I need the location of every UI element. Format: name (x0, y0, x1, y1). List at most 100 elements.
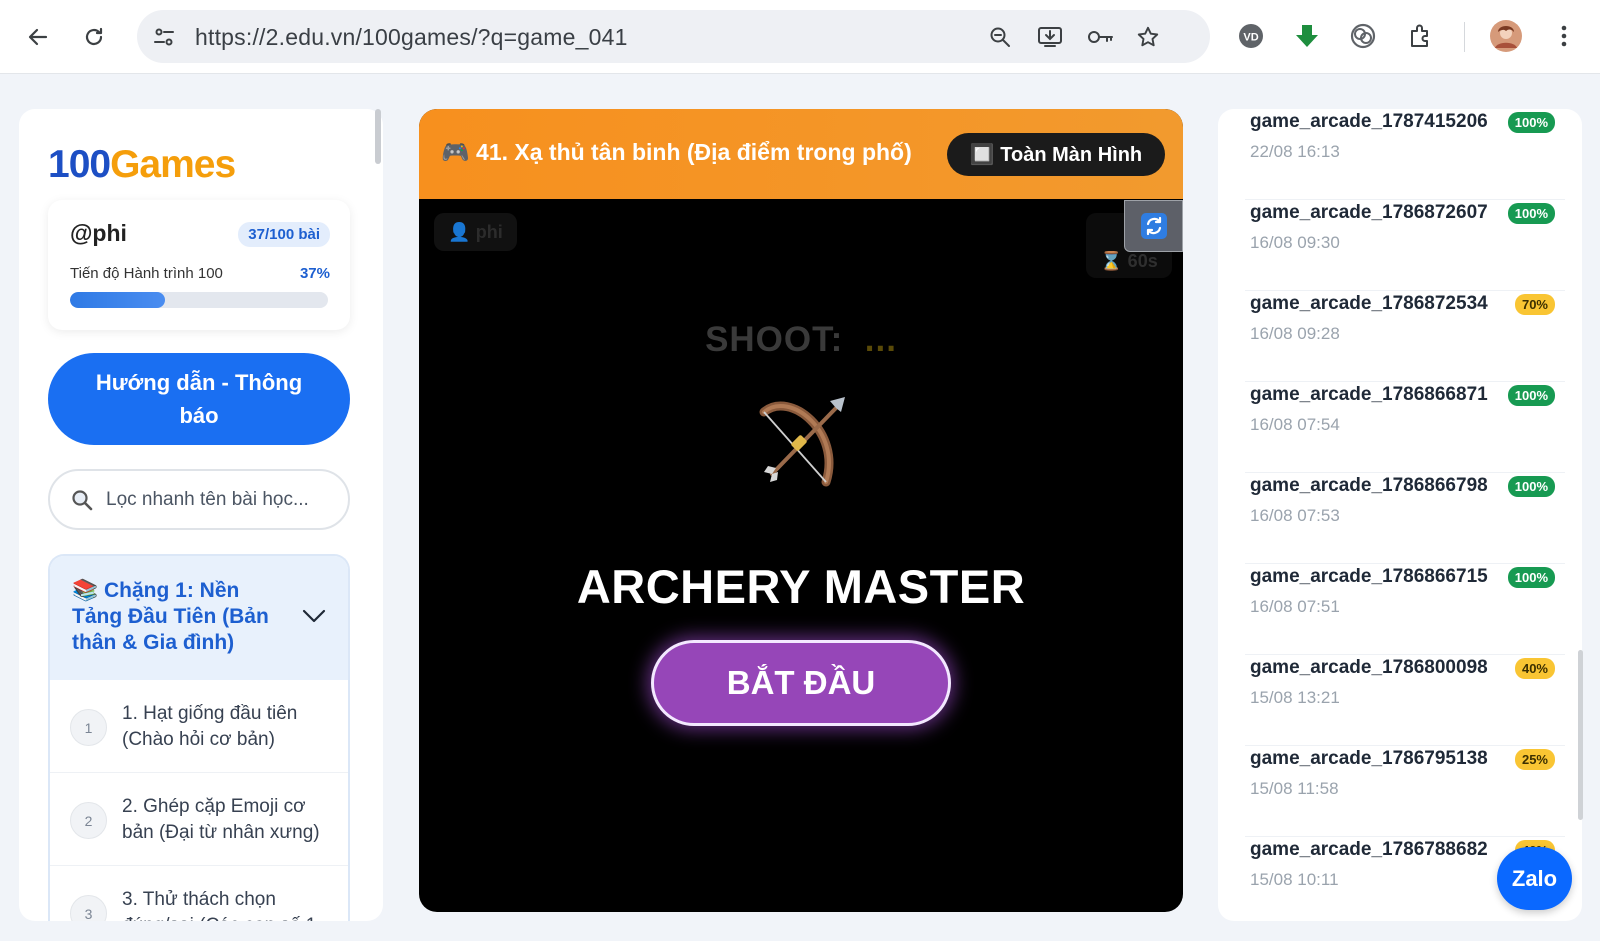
score-badge: 100% (1507, 203, 1555, 224)
lesson-number: 3 (70, 895, 107, 921)
refresh-icon (1140, 213, 1167, 239)
back-button[interactable] (20, 19, 56, 55)
history-date: 16/08 07:53 (1250, 506, 1340, 525)
lesson-item-3[interactable]: 3 3. Thử thách chọn đúng/sai (Các con số… (50, 866, 348, 921)
progress-label: Tiến độ Hành trình 100 (70, 265, 223, 282)
svg-text:VD: VD (1243, 32, 1258, 44)
avatar-icon (1490, 20, 1522, 52)
history-date: 15/08 13:21 (1250, 688, 1340, 707)
puzzle-extensions-icon[interactable] (1404, 19, 1438, 53)
aperture-extension-icon[interactable] (1346, 19, 1380, 53)
score-badge: 100% (1507, 567, 1555, 588)
lessons-count-badge: 37/100 bài (238, 222, 330, 247)
lesson-number: 2 (70, 802, 107, 839)
lesson-title: 3. Thử thách chọn đúng/sai (Các con số 1… (122, 889, 323, 921)
history-date: 16/08 07:54 (1250, 415, 1340, 434)
reload-icon (85, 27, 103, 46)
shoot-target: ... (864, 320, 897, 359)
score-badge: 40% (1514, 658, 1555, 679)
progress-bar (70, 292, 328, 308)
lesson-search[interactable] (48, 469, 350, 530)
bow-and-arrow-icon (759, 397, 845, 487)
fullscreen-button[interactable]: 🔲 Toàn Màn Hình (947, 133, 1165, 176)
history-date: 15/08 10:11 (1250, 870, 1339, 889)
toolbar-divider (1464, 22, 1465, 52)
url-text[interactable]: https://2.edu.vn/100games/?q=game_041 (195, 24, 628, 51)
site-settings-icon[interactable] (149, 22, 179, 52)
history-game-name: game_arcade_1786795138 (1250, 748, 1488, 769)
install-app-icon[interactable] (1035, 22, 1065, 52)
progress-percent: 37% (299, 265, 330, 282)
lesson-number: 1 (70, 709, 107, 746)
shoot-label: SHOOT: (705, 320, 844, 359)
logo-word: Games (110, 143, 236, 186)
lesson-item-1[interactable]: 1 1. Hạt giống đầu tiên (Chào hỏi cơ bản… (50, 680, 348, 773)
reset-game-button[interactable] (1124, 200, 1183, 252)
back-arrow-icon (28, 28, 48, 46)
browser-menu-button[interactable] (1547, 19, 1581, 53)
score-badge: 100% (1507, 385, 1555, 406)
history-row[interactable]: game_arcade_1786866871 16/08 07:54 100% (1245, 382, 1565, 473)
sidebar-scrollbar[interactable] (375, 109, 381, 164)
lesson-title: 2. Ghép cặp Emoji cơ bản (Đại từ nhân xư… (122, 796, 320, 843)
start-game-button[interactable]: BẮT ĐẦU (651, 640, 951, 726)
game-header: 🎮 41. Xạ thủ tân binh (Địa điểm trong ph… (419, 109, 1183, 199)
search-input[interactable] (106, 484, 336, 516)
history-game-name: game_arcade_1787415206 (1250, 111, 1488, 132)
guide-notice-button[interactable]: Hướng dẫn - Thông báo (48, 353, 350, 445)
history-date: 16/08 09:28 (1250, 324, 1340, 343)
history-game-name: game_arcade_1786872607 (1250, 202, 1488, 223)
history-game-name: game_arcade_1786872534 (1250, 293, 1488, 314)
game-panel: 🎮 41. Xạ thủ tân binh (Địa điểm trong ph… (419, 109, 1183, 912)
progress-bar-fill (70, 292, 166, 308)
history-panel: game_arcade_1787415206 22/08 16:13 100% gam… (1218, 109, 1582, 921)
password-key-icon[interactable] (1085, 22, 1115, 52)
stage-accordion: 📚 Chặng 1: Nền Tảng Đầu Tiên (Bản thân &… (48, 554, 350, 921)
shoot-prompt: SHOOT: ... (419, 320, 1183, 360)
bookmark-star-icon[interactable] (1133, 22, 1163, 52)
zalo-chat-button[interactable]: Zalo (1497, 847, 1572, 910)
search-icon (72, 490, 93, 511)
history-scrollbar[interactable] (1578, 650, 1583, 820)
address-bar[interactable]: https://2.edu.vn/100games/?q=game_041 (137, 10, 1210, 63)
history-row[interactable]: game_arcade_1786795138 15/08 11:58 25% (1245, 746, 1565, 837)
logo-number: 100 (48, 143, 111, 186)
history-date: 16/08 09:30 (1250, 233, 1340, 252)
history-game-name: game_arcade_1786788682 (1250, 839, 1488, 860)
history-game-name: game_arcade_1786866871 (1250, 384, 1488, 405)
history-date: 22/08 16:13 (1250, 142, 1340, 161)
history-row[interactable]: game_arcade_1786872607 16/08 09:30 100% (1245, 200, 1565, 291)
stage-title: 📚 Chặng 1: Nền Tảng Đầu Tiên (Bản thân &… (72, 579, 269, 654)
stage-header[interactable]: 📚 Chặng 1: Nền Tảng Đầu Tiên (Bản thân &… (50, 556, 348, 680)
profile-card: @phi 37/100 bài Tiến độ Hành trình 100 3… (48, 200, 350, 330)
score-badge: 100% (1507, 476, 1555, 497)
username: @phi (70, 220, 127, 246)
history-row[interactable]: game_arcade_1786872534 16/08 09:28 70% (1245, 291, 1565, 382)
site-logo[interactable]: 100Games (48, 143, 236, 187)
profile-avatar[interactable] (1489, 19, 1523, 53)
game-name: ARCHERY MASTER (576, 560, 1026, 613)
lesson-item-2[interactable]: 2 2. Ghép cặp Emoji cơ bản (Đại từ nhân … (50, 773, 348, 866)
kebab-menu-icon (1561, 25, 1567, 47)
game-title: 🎮 41. Xạ thủ tân binh (Địa điểm trong ph… (441, 139, 912, 165)
reload-button[interactable] (76, 19, 112, 55)
history-game-name: game_arcade_1786866798 (1250, 475, 1488, 496)
browser-toolbar: https://2.edu.vn/100games/?q=game_041 VD (0, 0, 1600, 74)
history-row[interactable]: game_arcade_1786800098 15/08 13:21 40% (1245, 655, 1565, 746)
lesson-title: 1. Hạt giống đầu tiên (Chào hỏi cơ bản) (122, 703, 298, 750)
history-game-name: game_arcade_1786800098 (1250, 657, 1488, 678)
score-badge: 70% (1514, 294, 1555, 315)
history-game-name: game_arcade_1786866715 (1250, 566, 1488, 587)
player-chip: 👤 phi (434, 213, 517, 251)
history-row[interactable]: game_arcade_1786866715 16/08 07:51 100% (1245, 564, 1565, 655)
history-date: 16/08 07:51 (1250, 597, 1340, 616)
history-row[interactable]: game_arcade_1786866798 16/08 07:53 100% (1245, 473, 1565, 564)
vd-extension-icon[interactable]: VD (1234, 19, 1268, 53)
download-extension-icon[interactable] (1290, 19, 1324, 53)
score-badge: 25% (1514, 749, 1555, 770)
history-date: 15/08 11:58 (1250, 779, 1339, 798)
score-badge: 100% (1507, 112, 1555, 133)
zoom-icon[interactable] (985, 22, 1015, 52)
chevron-down-icon (302, 609, 326, 623)
history-row[interactable]: game_arcade_1787415206 22/08 16:13 100% (1245, 109, 1565, 200)
